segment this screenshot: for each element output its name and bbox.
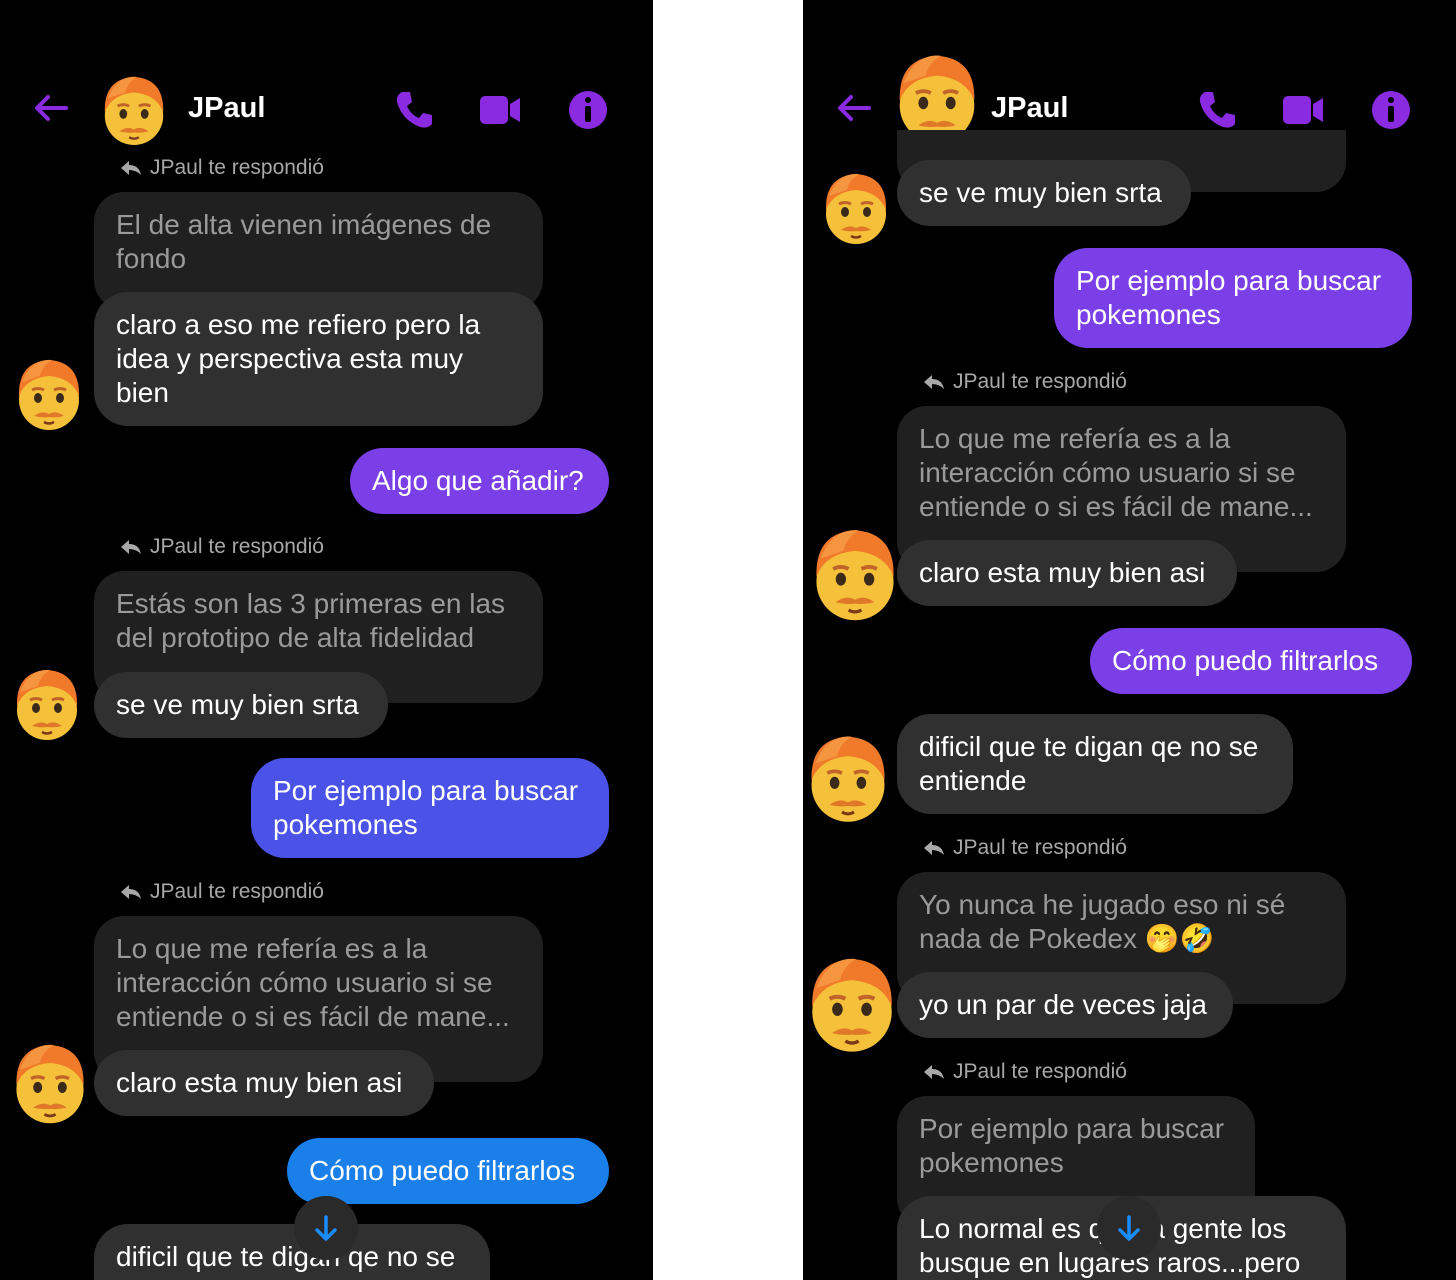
phone-icon[interactable]	[392, 88, 436, 132]
info-icon[interactable]	[566, 88, 610, 132]
sender-avatar	[10, 662, 84, 746]
incoming-message[interactable]: claro esta muy bien asi	[897, 540, 1237, 606]
video-camera-icon[interactable]	[478, 88, 522, 132]
incoming-message[interactable]: dificil que te digan qe no se	[94, 1224, 490, 1280]
sender-avatar	[819, 166, 893, 250]
video-camera-icon[interactable]	[1281, 88, 1325, 132]
incoming-message[interactable]: se ve muy bien srta	[897, 160, 1191, 226]
reply-arrow-icon	[923, 1063, 945, 1081]
outgoing-message[interactable]: Cómo puedo filtrarlos	[1090, 628, 1412, 694]
outgoing-message[interactable]: Por ejemplo para buscar pokemones	[251, 758, 609, 858]
reply-indicator: JPaul te respondió	[120, 535, 324, 559]
contact-name[interactable]: JPaul	[188, 92, 265, 125]
contact-name[interactable]: JPaul	[991, 92, 1068, 125]
outgoing-message[interactable]: Por ejemplo para buscar pokemones	[1054, 248, 1412, 348]
reply-indicator: JPaul te respondió	[120, 156, 324, 180]
scroll-to-bottom-button[interactable]	[1097, 1196, 1161, 1260]
incoming-message[interactable]: claro esta muy bien asi	[94, 1050, 434, 1116]
chat-panel-right: JPaul se ve muy bien srta Por ejemplo pa…	[803, 0, 1456, 1280]
reply-arrow-icon	[120, 538, 142, 556]
arrow-down-icon	[315, 1215, 337, 1241]
phone-icon[interactable]	[1195, 88, 1239, 132]
sender-avatar	[803, 718, 893, 838]
arrow-down-icon	[1118, 1215, 1140, 1241]
incoming-message[interactable]: dificil que te digan qe no se entiende	[897, 714, 1293, 814]
chat-panel-left: JPaul JPaul te respondió El de alta vien…	[0, 0, 653, 1280]
reply-indicator: JPaul te respondió	[923, 370, 1127, 394]
reply-arrow-icon	[120, 883, 142, 901]
outgoing-message[interactable]: Cómo puedo filtrarlos	[287, 1138, 609, 1204]
outgoing-message[interactable]: Algo que añadir?	[350, 448, 609, 514]
sender-avatar	[803, 946, 901, 1062]
info-icon[interactable]	[1369, 88, 1413, 132]
back-arrow-icon[interactable]	[833, 88, 873, 128]
incoming-message[interactable]: claro a eso me refiero pero la idea y pe…	[94, 292, 543, 426]
reply-arrow-icon	[923, 373, 945, 391]
reply-arrow-icon	[120, 159, 142, 177]
contact-avatar[interactable]	[98, 68, 170, 152]
reply-indicator: JPaul te respondió	[923, 1060, 1127, 1084]
incoming-message[interactable]: se ve muy bien srta	[94, 672, 388, 738]
reply-arrow-icon	[923, 839, 945, 857]
sender-avatar	[807, 520, 903, 628]
reply-indicator: JPaul te respondió	[120, 880, 324, 904]
incoming-message[interactable]: yo un par de veces jaja	[897, 972, 1233, 1038]
sender-avatar	[12, 352, 86, 436]
back-arrow-icon[interactable]	[30, 88, 70, 128]
sender-avatar	[8, 1036, 92, 1130]
scroll-to-bottom-button[interactable]	[294, 1196, 358, 1260]
reply-indicator: JPaul te respondió	[923, 836, 1127, 860]
